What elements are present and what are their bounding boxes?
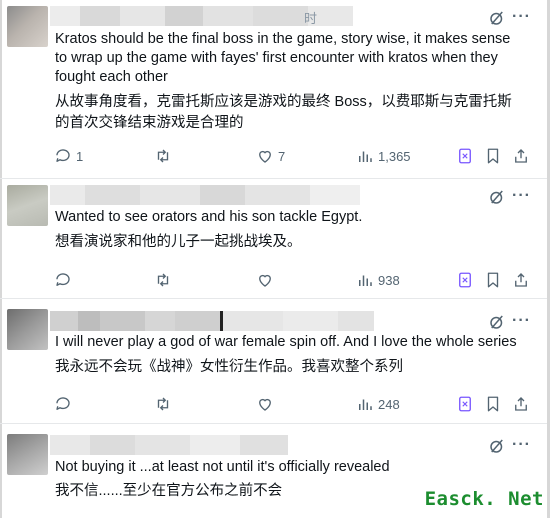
share-icon	[515, 273, 527, 287]
bookmark-icon	[487, 148, 499, 164]
avatar[interactable]	[7, 434, 48, 475]
tweet-text-en: I will never play a god of war female sp…	[55, 334, 517, 350]
grok-icon[interactable]	[488, 188, 506, 206]
views-icon	[359, 399, 372, 410]
like-button[interactable]	[256, 394, 274, 414]
bookmark-button[interactable]	[484, 394, 502, 414]
grok-analyze-icon	[459, 272, 471, 288]
avatar[interactable]	[7, 185, 48, 226]
view-count: 248	[378, 396, 400, 412]
tweet-text-zh: 我永远不会玩《战神》女性衍生作品。我喜欢整个系列	[55, 359, 403, 375]
grok-analyze-icon	[459, 148, 471, 164]
action-bar: 938	[54, 270, 534, 290]
reply-button[interactable]	[54, 394, 72, 414]
author-name-redacted[interactable]	[50, 435, 288, 455]
avatar[interactable]	[7, 309, 48, 350]
grok-icon[interactable]	[488, 313, 506, 331]
more-icon[interactable]: ···	[512, 8, 531, 26]
reply-icon	[56, 273, 70, 286]
grok-analyze-button[interactable]	[456, 146, 474, 166]
like-icon	[259, 274, 271, 287]
retweet-icon	[157, 397, 169, 411]
tweet-text-en: Wanted to see orators and his son tackle…	[55, 209, 363, 225]
like-count: 7	[278, 148, 286, 164]
tweet-2[interactable]: ··· Wanted to see orators and his son ta…	[0, 179, 547, 299]
retweet-icon	[157, 273, 169, 287]
reply-count: 1	[76, 148, 84, 164]
like-button[interactable]: 7	[256, 146, 285, 166]
reply-button[interactable]	[54, 270, 72, 290]
tweet-3[interactable]: ··· I will never play a god of war femal…	[0, 299, 547, 424]
tweet-text-en: Kratos should be the final boss in the g…	[55, 31, 511, 85]
reply-icon	[56, 149, 70, 162]
avatar[interactable]	[7, 6, 48, 47]
share-icon	[515, 149, 527, 163]
bookmark-button[interactable]	[484, 146, 502, 166]
grok-analyze-button[interactable]	[456, 270, 474, 290]
reply-icon	[56, 397, 70, 410]
views-button[interactable]: 938	[356, 270, 400, 290]
bookmark-button[interactable]	[484, 270, 502, 290]
watermark: Easck. Net	[424, 488, 544, 510]
more-icon[interactable]: ···	[512, 312, 531, 330]
grok-icon[interactable]	[488, 437, 506, 455]
grok-analyze-icon	[459, 396, 471, 412]
more-icon[interactable]: ···	[512, 187, 531, 205]
bookmark-icon	[487, 396, 499, 412]
views-icon	[359, 275, 372, 286]
retweet-button[interactable]	[154, 394, 172, 414]
author-name-tail: 时	[304, 11, 318, 26]
author-name-redacted[interactable]	[50, 185, 360, 205]
action-bar: 1 7 1,365	[54, 146, 534, 166]
like-button[interactable]	[256, 270, 274, 290]
reply-button[interactable]: 1	[54, 146, 83, 166]
tweet-text-en: Not buying it ...at least not until it's…	[55, 459, 390, 475]
retweet-button[interactable]	[154, 270, 172, 290]
share-button[interactable]	[512, 146, 530, 166]
tweet-text-zh: 从故事角度看，克雷托斯应该是游戏的最终 Boss，以费耶斯与克雷托斯的首次交锋结…	[55, 94, 512, 131]
views-icon	[359, 151, 372, 162]
action-bar: 248	[54, 394, 534, 414]
author-name-redacted[interactable]	[50, 311, 374, 331]
views-button[interactable]: 1,365	[356, 146, 411, 166]
views-button[interactable]: 248	[356, 394, 400, 414]
tweet-1[interactable]: 时 ··· Kratos should be the final boss in…	[0, 0, 547, 179]
view-count: 938	[378, 272, 400, 288]
more-icon[interactable]: ···	[512, 436, 531, 454]
grok-analyze-button[interactable]	[456, 394, 474, 414]
like-icon	[259, 150, 271, 163]
tweet-text-zh: 想看演说家和他的儿子一起挑战埃及。	[55, 234, 302, 250]
view-count: 1,365	[378, 148, 411, 164]
share-button[interactable]	[512, 394, 530, 414]
like-icon	[259, 398, 271, 411]
retweet-button[interactable]	[154, 146, 172, 166]
grok-icon[interactable]	[488, 9, 506, 27]
bookmark-icon	[487, 272, 499, 288]
retweet-icon	[157, 149, 169, 163]
share-button[interactable]	[512, 270, 530, 290]
share-icon	[515, 397, 527, 411]
